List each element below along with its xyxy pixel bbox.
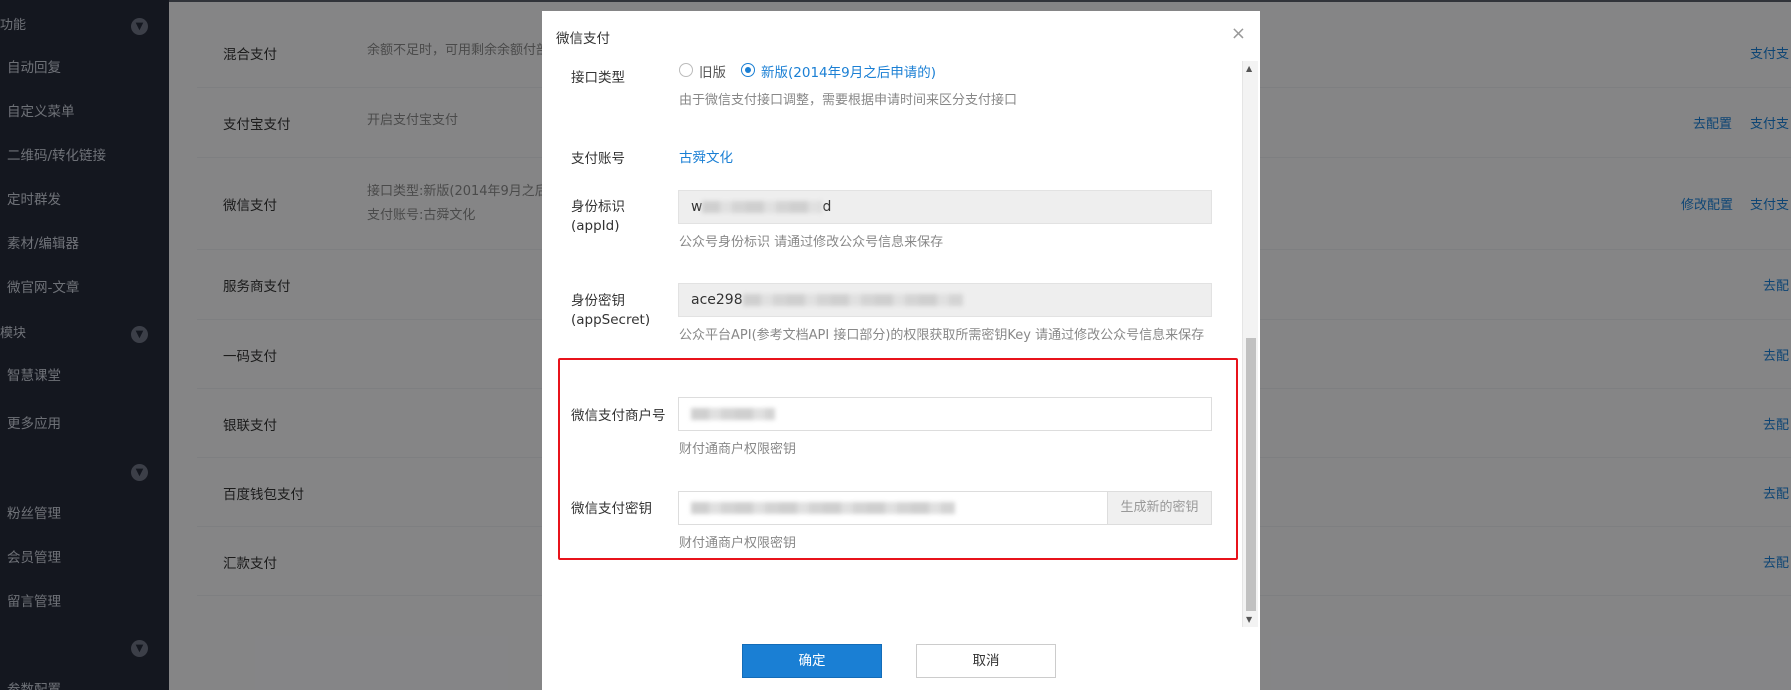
appid-field: wd [678,190,1212,224]
mch-id-label: 微信支付商户号 [571,408,666,424]
appid-prefix: w [691,199,703,215]
appid-label-sub: (appId) [571,218,620,234]
masked-value [742,294,963,306]
scrollbar-thumb[interactable] [1246,338,1256,611]
appsecret-hint: 公众平台API(参考文档API 接口部分)的权限获取所需密钥Key 请通过修改公… [679,328,1205,343]
confirm-button[interactable]: 确定 [742,644,882,678]
interface-type-label: 接口类型 [571,70,625,86]
appsecret-prefix: ace298 [691,292,743,308]
mch-key-hint: 财付通商户权限密钥 [679,536,797,551]
highlight-box [558,358,1238,560]
appid-label: 身份标识 [571,199,625,215]
dialog-title: 微信支付 [556,31,610,47]
cancel-button[interactable]: 取消 [916,644,1056,678]
scroll-down-icon[interactable]: ▼ [1246,615,1252,624]
appid-suffix: d [822,199,832,215]
mch-id-hint: 财付通商户权限密钥 [679,442,797,457]
mch-key-input[interactable]: 生成新的密钥 [678,491,1212,525]
generate-key-button[interactable]: 生成新的密钥 [1107,492,1211,524]
wechat-pay-dialog: 微信支付 × 接口类型 旧版 新版(2014年9月之后申请的) 由于微信支付接口… [542,11,1260,690]
scrollbar[interactable]: ▲ ▼ [1242,61,1258,627]
account-label: 支付账号 [571,151,625,167]
mch-id-input[interactable] [678,397,1212,431]
interface-type-hint: 由于微信支付接口调整，需要根据申请时间来区分支付接口 [679,93,1018,108]
appsecret-label-sub: (appSecret) [571,312,651,328]
masked-value [691,408,775,420]
close-icon[interactable]: × [1231,23,1246,44]
radio-old-label[interactable]: 旧版 [699,61,726,81]
mch-key-label: 微信支付密钥 [571,501,652,517]
radio-old[interactable] [679,63,693,77]
masked-value [691,502,955,514]
appid-hint: 公众号身份标识 请通过修改公众号信息来保存 [679,235,944,250]
appsecret-field: ace298 [678,283,1212,317]
radio-new[interactable] [741,63,755,77]
account-value[interactable]: 古舜文化 [679,146,733,166]
dialog-body: 接口类型 旧版 新版(2014年9月之后申请的) 由于微信支付接口调整，需要根据… [542,61,1242,625]
scroll-up-icon[interactable]: ▲ [1246,64,1252,73]
masked-value [702,201,823,213]
radio-new-label[interactable]: 新版(2014年9月之后申请的) [761,61,936,81]
appsecret-label: 身份密钥 [571,293,625,309]
